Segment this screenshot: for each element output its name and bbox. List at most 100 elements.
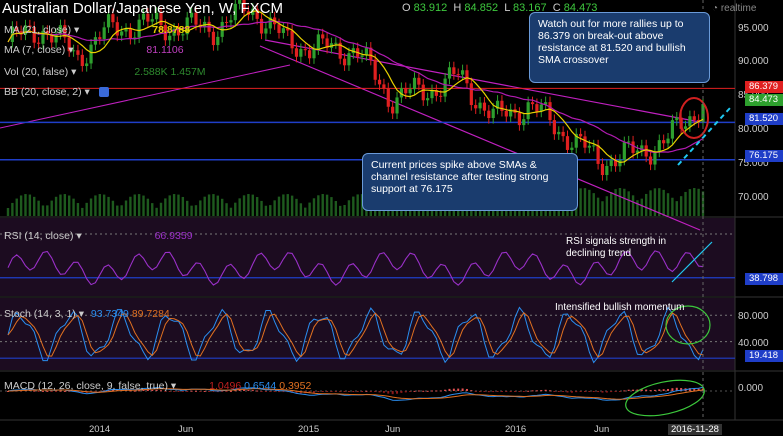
macd-histogram-bar bbox=[334, 391, 337, 392]
volume-bar bbox=[142, 195, 145, 216]
candle-body bbox=[308, 50, 312, 59]
macd-histogram-bar bbox=[588, 391, 591, 392]
macd-histogram-bar bbox=[417, 390, 420, 392]
volume-bar bbox=[212, 194, 215, 216]
candle-body bbox=[605, 165, 609, 176]
candle-body bbox=[583, 136, 587, 148]
candle-body bbox=[561, 131, 565, 137]
volume-bar bbox=[186, 200, 189, 216]
candle-body bbox=[211, 31, 216, 46]
candle-body bbox=[98, 37, 102, 40]
macd-histogram-bar bbox=[465, 388, 468, 391]
symbol-title[interactable]: Australian Dollar/Japanese Yen, W, FXCM bbox=[2, 0, 283, 17]
high-label: H bbox=[453, 2, 462, 14]
candle-body bbox=[408, 89, 412, 94]
volume-bar bbox=[330, 197, 333, 216]
volume-bar bbox=[583, 188, 587, 216]
macd-histogram-bar bbox=[509, 391, 512, 392]
candle-body bbox=[675, 117, 679, 121]
candle-body bbox=[150, 19, 154, 22]
macd-histogram-bar bbox=[422, 390, 425, 392]
dropdown-icon[interactable]: ▾ bbox=[76, 230, 81, 242]
breakout-price-tag: 81.520 bbox=[745, 113, 783, 125]
candle-body bbox=[277, 24, 281, 33]
dropdown-icon[interactable]: ▾ bbox=[79, 308, 84, 320]
dropdown-icon[interactable]: ▾ bbox=[85, 86, 90, 98]
macd-tick: 0.000 bbox=[738, 383, 764, 394]
macd-histogram-bar bbox=[457, 388, 460, 391]
volume-bar bbox=[133, 194, 136, 216]
volume-bar bbox=[19, 195, 23, 216]
dropdown-icon[interactable]: ▾ bbox=[74, 24, 79, 36]
candle-body bbox=[504, 110, 508, 117]
volume-bar bbox=[251, 194, 254, 216]
volume-bar bbox=[116, 205, 119, 216]
candle-body bbox=[474, 105, 478, 109]
volume-bar bbox=[67, 195, 71, 216]
macd-histogram-bar bbox=[409, 391, 412, 392]
dropdown-icon[interactable]: ▾ bbox=[171, 380, 176, 392]
macd-histogram-bar bbox=[430, 390, 433, 392]
candle-body bbox=[526, 102, 530, 120]
macd-histogram-bar bbox=[653, 389, 656, 391]
volume-bar bbox=[234, 202, 237, 216]
candle-body bbox=[216, 36, 220, 46]
x-tick: Jun bbox=[594, 424, 610, 435]
volume-bar bbox=[177, 194, 180, 216]
legend-rsi[interactable]: RSI (14, close) ▾ 66.9359 bbox=[4, 230, 193, 242]
legend-ma21[interactable]: MA (21, close) ▾ 78.8788 bbox=[4, 24, 190, 36]
volume-bar bbox=[588, 189, 591, 216]
macd-histogram-bar bbox=[658, 389, 661, 391]
stoch-level-tag: 19.418 bbox=[745, 350, 783, 362]
candle-body bbox=[552, 120, 556, 135]
rsi-note: RSI signals strength in declining trend bbox=[566, 236, 667, 259]
resistance-price-tag: 86.379 bbox=[745, 81, 783, 93]
macd-histogram-bar bbox=[500, 391, 503, 392]
stoch-d-value: 89.7284 bbox=[131, 308, 170, 320]
macd-histogram-bar bbox=[413, 390, 416, 392]
macd-histogram-bar bbox=[583, 391, 586, 392]
legend-ma7[interactable]: MA (7, close) ▾ 81.1106 bbox=[4, 44, 184, 56]
volume-bar bbox=[631, 195, 635, 216]
macd-histogram-bar bbox=[426, 390, 429, 392]
legend-vol[interactable]: Vol (20, false) ▾ 2.588K 1.457M bbox=[4, 66, 206, 78]
volume-bar bbox=[63, 194, 67, 216]
macd-histogram-bar bbox=[343, 391, 346, 392]
dropdown-icon[interactable]: ▾ bbox=[71, 66, 76, 78]
volume-bar bbox=[264, 205, 268, 216]
dropdown-icon[interactable]: ▾ bbox=[68, 44, 73, 56]
volume-bar bbox=[325, 194, 329, 216]
candle-body bbox=[299, 49, 303, 57]
volume-bar bbox=[290, 195, 294, 216]
macd-histogram-bar bbox=[562, 391, 565, 392]
macd-histogram-bar bbox=[483, 391, 486, 392]
macd-signal-value: 0.6544 bbox=[244, 380, 277, 392]
candle-body bbox=[491, 108, 495, 119]
candle-body bbox=[264, 28, 268, 34]
open-value: 83.912 bbox=[413, 2, 448, 14]
macd-histogram-bar bbox=[540, 390, 543, 392]
volume-bar bbox=[282, 194, 285, 216]
candle-body bbox=[334, 42, 338, 44]
volume-bar bbox=[11, 202, 14, 216]
volume-bar bbox=[155, 207, 158, 216]
legend-bb[interactable]: BB (20, close, 2) ▾ bbox=[4, 86, 109, 98]
volume-bar bbox=[207, 194, 211, 216]
volume-bar bbox=[203, 196, 206, 216]
legend-stoch[interactable]: Stoch (14, 3, 1) ▾ 93.7349 89.7284 bbox=[4, 308, 170, 320]
macd-histogram-bar bbox=[518, 391, 521, 392]
macd-histogram-bar bbox=[623, 390, 626, 392]
macd-histogram-bar bbox=[378, 391, 381, 393]
visibility-icon[interactable] bbox=[98, 87, 109, 98]
legend-macd[interactable]: MACD (12, 26, close, 9, false, true) ▾ 1… bbox=[4, 380, 311, 392]
macd-histogram-bar bbox=[645, 389, 648, 391]
candle-body bbox=[364, 47, 369, 56]
candle-body bbox=[373, 59, 377, 80]
macd-histogram-bar bbox=[570, 391, 573, 393]
candle-body bbox=[430, 90, 434, 99]
candle-body bbox=[259, 18, 264, 34]
chart-title: Australian Dollar/Japanese Yen, W, FXCM bbox=[2, 0, 283, 17]
volume-bar bbox=[347, 200, 351, 216]
candle-body bbox=[631, 141, 635, 153]
volume-bar bbox=[120, 205, 123, 216]
